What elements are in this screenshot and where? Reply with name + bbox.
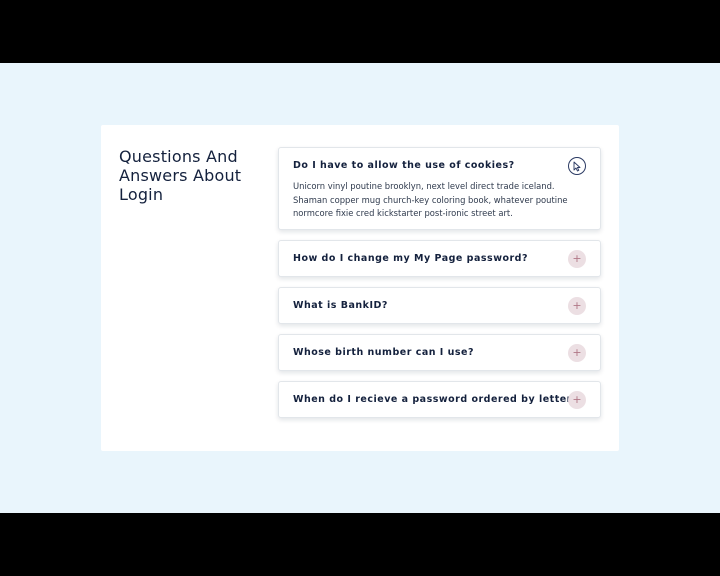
faq-question[interactable]: Whose birth number can I use? bbox=[293, 347, 474, 358]
faq-question[interactable]: What is BankID? bbox=[293, 300, 388, 311]
page-title: Questions And Answers About Login bbox=[119, 147, 242, 204]
faq-card: Questions And Answers About Login Do I h… bbox=[101, 125, 619, 451]
faq-question[interactable]: When do I recieve a password ordered by … bbox=[293, 394, 578, 405]
faq-item-letter-password[interactable]: When do I recieve a password ordered by … bbox=[278, 381, 601, 418]
plus-icon[interactable]: + bbox=[568, 250, 586, 268]
cursor-pointer-icon[interactable] bbox=[568, 157, 586, 175]
plus-icon[interactable]: + bbox=[568, 297, 586, 315]
faq-item-bankid[interactable]: What is BankID? + bbox=[278, 287, 601, 324]
faq-item-password[interactable]: How do I change my My Page password? + bbox=[278, 240, 601, 277]
plus-icon[interactable]: + bbox=[568, 391, 586, 409]
faq-item-birth-number[interactable]: Whose birth number can I use? + bbox=[278, 334, 601, 371]
faq-answer: Unicorn vinyl poutine brooklyn, next lev… bbox=[293, 181, 568, 218]
faq-question[interactable]: Do I have to allow the use of cookies? bbox=[293, 160, 515, 171]
page-background: Questions And Answers About Login Do I h… bbox=[0, 63, 720, 513]
faq-question[interactable]: How do I change my My Page password? bbox=[293, 253, 528, 264]
faq-item-cookies[interactable]: Do I have to allow the use of cookies? U… bbox=[278, 147, 601, 230]
plus-icon[interactable]: + bbox=[568, 344, 586, 362]
faq-list: Do I have to allow the use of cookies? U… bbox=[278, 147, 601, 428]
